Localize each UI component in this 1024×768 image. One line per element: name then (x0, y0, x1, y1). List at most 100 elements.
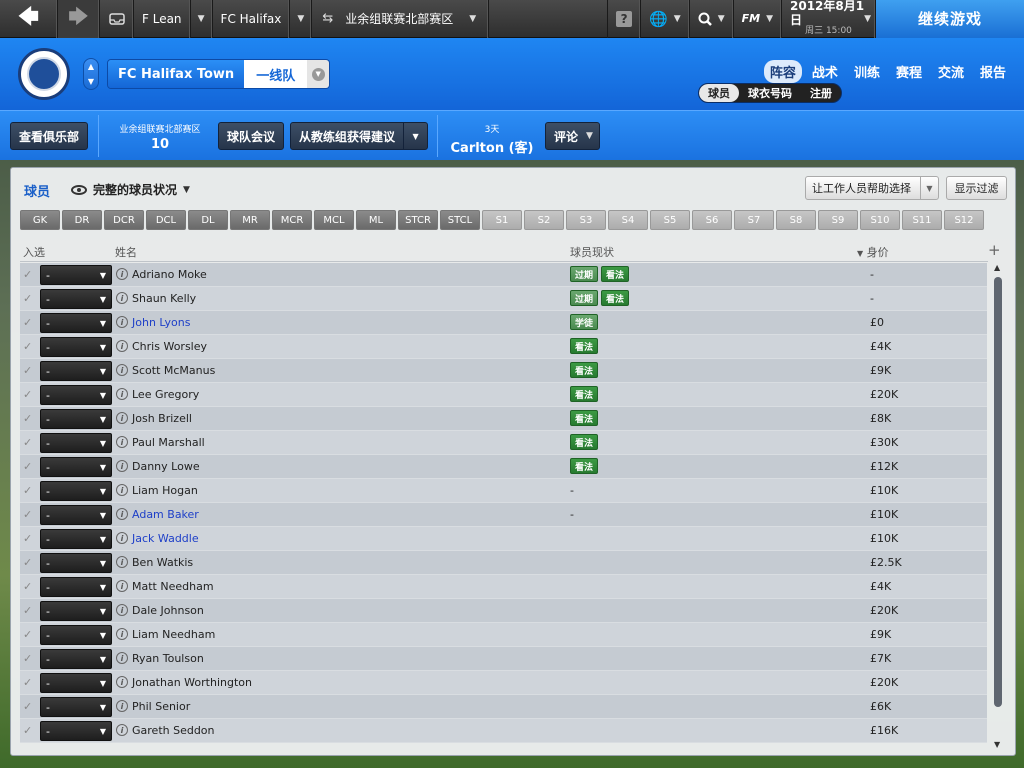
player-name[interactable]: Jonathan Worthington (132, 676, 252, 689)
table-row[interactable]: ✓ - ▼ i John Lyons 学徒 £0 (20, 311, 987, 335)
checkmark-icon[interactable]: ✓ (23, 676, 32, 689)
info-icon[interactable]: i (116, 292, 128, 304)
help-button[interactable]: ? (607, 0, 642, 38)
club-crest-logo[interactable] (18, 48, 70, 100)
table-row[interactable]: ✓ - ▼ i Shaun Kelly 过期 看法 - (20, 287, 987, 311)
position-button-mcl[interactable]: MCL (314, 210, 354, 230)
scrollbar-thumb[interactable] (994, 277, 1002, 707)
checkmark-icon[interactable]: ✓ (23, 700, 32, 713)
selection-dropdown[interactable]: - ▼ (40, 313, 112, 333)
comment-button[interactable]: 评论 ▼ (545, 122, 600, 150)
tab-reports[interactable]: 报告 (974, 60, 1012, 83)
squad-dropdown[interactable]: ▼ (307, 60, 330, 88)
date-display[interactable]: 2012年8月1日 周三 15:00 ▼ (782, 0, 876, 38)
club-dropdown[interactable]: ▼ (290, 0, 313, 38)
status-badge[interactable]: 看法 (570, 410, 599, 426)
checkmark-icon[interactable]: ✓ (23, 724, 32, 737)
squad-name[interactable]: 一线队 (244, 60, 308, 88)
player-name[interactable]: Jack Waddle (132, 532, 199, 545)
manager-menu[interactable]: F Lean (134, 0, 191, 38)
info-icon[interactable]: i (116, 412, 128, 424)
info-icon[interactable]: i (116, 700, 128, 712)
table-row[interactable]: ✓ - ▼ i Gareth Seddon £16K (20, 719, 987, 743)
selection-dropdown[interactable]: - ▼ (40, 481, 112, 501)
position-button-s4[interactable]: S4 (608, 210, 648, 230)
selection-dropdown[interactable]: - ▼ (40, 553, 112, 573)
status-badge[interactable]: 学徒 (570, 314, 599, 330)
squad-selector[interactable]: FC Halifax Town 一线队 ▼ (107, 59, 331, 89)
show-filter-button[interactable]: 显示过滤 (946, 176, 1007, 200)
position-button-s2[interactable]: S2 (524, 210, 564, 230)
player-name[interactable]: Scott McManus (132, 364, 215, 377)
selection-dropdown[interactable]: - ▼ (40, 673, 112, 693)
column-header-value[interactable]: ▼ 身价 (857, 244, 889, 260)
world-button[interactable]: 🌐 ▼ (641, 0, 690, 38)
selection-dropdown[interactable]: - ▼ (40, 361, 112, 381)
selection-dropdown[interactable]: - ▼ (40, 385, 112, 405)
player-name[interactable]: Dale Johnson (132, 604, 204, 617)
status-badge[interactable]: 看法 (570, 386, 599, 402)
status-badge[interactable]: 看法 (601, 266, 630, 282)
checkmark-icon[interactable]: ✓ (23, 436, 32, 449)
selection-dropdown[interactable]: - ▼ (40, 457, 112, 477)
checkmark-icon[interactable]: ✓ (23, 412, 32, 425)
checkmark-icon[interactable]: ✓ (23, 532, 32, 545)
player-name[interactable]: Shaun Kelly (132, 292, 196, 305)
table-row[interactable]: ✓ - ▼ i Adam Baker - £10K (20, 503, 987, 527)
position-button-s11[interactable]: S11 (902, 210, 942, 230)
tab-training[interactable]: 训练 (848, 60, 886, 83)
selection-dropdown[interactable]: - ▼ (40, 289, 112, 309)
club-switcher[interactable]: ▲ ▼ (83, 58, 99, 90)
selection-dropdown[interactable]: - ▼ (40, 529, 112, 549)
status-badge[interactable]: 看法 (570, 362, 599, 378)
player-name[interactable]: Adam Baker (132, 508, 199, 521)
checkmark-icon[interactable]: ✓ (23, 628, 32, 641)
table-row[interactable]: ✓ - ▼ i Paul Marshall 看法 £30K (20, 431, 987, 455)
club-menu[interactable]: FC Halifax (213, 0, 291, 38)
column-header-status[interactable]: 球员现状 (570, 244, 614, 260)
info-icon[interactable]: i (116, 628, 128, 640)
position-button-s10[interactable]: S10 (860, 210, 900, 230)
player-name[interactable]: Phil Senior (132, 700, 190, 713)
table-row[interactable]: ✓ - ▼ i Scott McManus 看法 £9K (20, 359, 987, 383)
checkmark-icon[interactable]: ✓ (23, 460, 32, 473)
player-name[interactable]: Lee Gregory (132, 388, 199, 401)
selection-dropdown[interactable]: - ▼ (40, 625, 112, 645)
info-icon[interactable]: i (116, 388, 128, 400)
position-button-s12[interactable]: S12 (944, 210, 984, 230)
selection-dropdown[interactable]: - ▼ (40, 265, 112, 285)
info-icon[interactable]: i (116, 340, 128, 352)
status-badge[interactable]: 看法 (570, 458, 599, 474)
status-badge[interactable]: 看法 (570, 338, 599, 354)
position-button-mcr[interactable]: MCR (272, 210, 312, 230)
table-row[interactable]: ✓ - ▼ i Dale Johnson £20K (20, 599, 987, 623)
info-icon[interactable]: i (116, 460, 128, 472)
position-button-gk[interactable]: GK (20, 210, 60, 230)
selection-dropdown[interactable]: - ▼ (40, 433, 112, 453)
scroll-down-icon[interactable]: ▼ (994, 740, 1000, 749)
tab-fixtures[interactable]: 赛程 (890, 60, 928, 83)
info-icon[interactable]: i (116, 532, 128, 544)
player-name[interactable]: Paul Marshall (132, 436, 205, 449)
position-button-s9[interactable]: S9 (818, 210, 858, 230)
table-row[interactable]: ✓ - ▼ i Ryan Toulson £7K (20, 647, 987, 671)
checkmark-icon[interactable]: ✓ (23, 556, 32, 569)
selection-dropdown[interactable]: - ▼ (40, 601, 112, 621)
view-club-button[interactable]: 查看俱乐部 (10, 122, 89, 150)
selection-dropdown[interactable]: - ▼ (40, 697, 112, 717)
club-name[interactable]: FC Halifax Town (108, 60, 245, 88)
column-header-select[interactable]: 入选 (23, 244, 45, 260)
checkmark-icon[interactable]: ✓ (23, 316, 32, 329)
info-icon[interactable]: i (116, 484, 128, 496)
position-button-dcl[interactable]: DCL (146, 210, 186, 230)
table-row[interactable]: ✓ - ▼ i Ben Watkis £2.5K (20, 551, 987, 575)
player-name[interactable]: Ben Watkis (132, 556, 193, 569)
team-meeting-button[interactable]: 球队会议 (218, 122, 285, 150)
player-name[interactable]: Adriano Moke (132, 268, 207, 281)
player-name[interactable]: Gareth Seddon (132, 724, 215, 737)
scrollbar[interactable]: ▲ ▼ (993, 263, 1003, 749)
checkmark-icon[interactable]: ✓ (23, 292, 32, 305)
table-row[interactable]: ✓ - ▼ i Danny Lowe 看法 £12K (20, 455, 987, 479)
table-row[interactable]: ✓ - ▼ i Liam Needham £9K (20, 623, 987, 647)
player-name[interactable]: Matt Needham (132, 580, 214, 593)
